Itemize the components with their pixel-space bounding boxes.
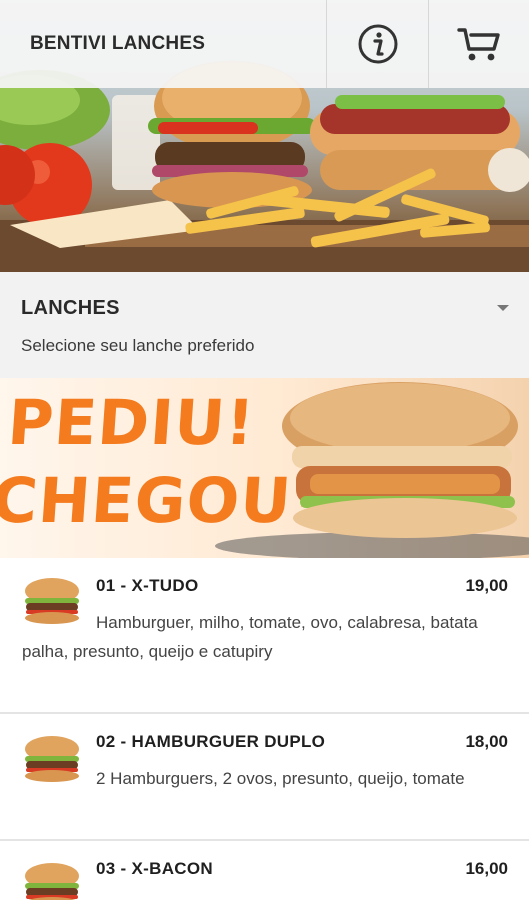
promo-banner: PEDIU! CHEGOU!	[0, 378, 529, 558]
item-name: 02 - HAMBURGUER DUPLO	[96, 732, 326, 751]
info-button[interactable]	[326, 0, 428, 88]
item-price: 19,00	[465, 576, 508, 595]
menu-item[interactable]: 02 - HAMBURGUER DUPLO 18,00 2 Hamburguer…	[0, 714, 529, 841]
item-description: Hamburguer, milho, tomate, ovo, calabres…	[22, 613, 478, 661]
menu-item[interactable]: 03 - X-BACON 16,00	[0, 841, 529, 900]
cart-icon	[457, 28, 500, 61]
item-name: 01 - X-TUDO	[96, 576, 199, 595]
cart-button[interactable]	[428, 0, 529, 88]
item-price: 16,00	[465, 859, 508, 878]
store-title: BENTIVI LANCHES	[30, 33, 206, 54]
menu-item[interactable]: 01 - X-TUDO 19,00 Hamburguer, milho, tom…	[0, 558, 529, 714]
info-icon	[358, 24, 397, 64]
category-title: LANCHES	[21, 297, 120, 319]
menu-list: 01 - X-TUDO 19,00 Hamburguer, milho, tom…	[0, 558, 529, 900]
category-subtitle: Selecione seu lanche preferido	[21, 336, 255, 355]
top-app-bar: BENTIVI LANCHES	[0, 0, 529, 88]
burger-icon	[25, 863, 79, 900]
promo-sandwich-image	[215, 382, 529, 558]
item-description: 2 Hamburguers, 2 ovos, presunto, queijo,…	[96, 769, 465, 788]
category-header[interactable]: LANCHES Selecione seu lanche preferido	[0, 272, 529, 378]
item-price: 18,00	[465, 732, 508, 751]
caret-down-icon[interactable]	[497, 305, 509, 311]
item-name: 03 - X-BACON	[96, 859, 213, 878]
hero-banner: BENTIVI LANCHES	[0, 0, 529, 272]
